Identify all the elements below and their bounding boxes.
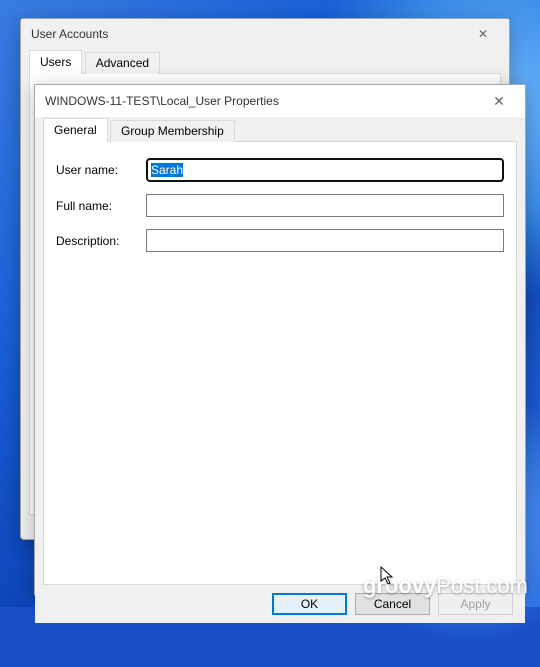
tab-users[interactable]: Users — [29, 50, 82, 74]
ok-button[interactable]: OK — [272, 593, 347, 615]
tab-advanced[interactable]: Advanced — [85, 52, 160, 74]
watermark: groovyPost.com — [363, 573, 528, 599]
username-input[interactable] — [146, 158, 504, 182]
general-panel: User name: Full name: Description: — [43, 142, 517, 585]
tab-strip: Users Advanced — [29, 49, 501, 74]
fullname-input[interactable] — [146, 194, 504, 217]
close-icon[interactable]: ✕ — [483, 86, 515, 116]
window-titlebar: User Accounts ✕ — [21, 19, 509, 49]
window-title: User Accounts — [31, 19, 108, 49]
description-label: Description: — [56, 234, 146, 248]
tab-group-membership[interactable]: Group Membership — [110, 120, 235, 142]
tab-general[interactable]: General — [43, 118, 108, 142]
dialog-titlebar: WINDOWS-11-TEST\Local_User Properties ✕ — [35, 85, 525, 117]
tab-strip: General Group Membership — [43, 117, 517, 142]
description-input[interactable] — [146, 229, 504, 252]
dialog-title: WINDOWS-11-TEST\Local_User Properties — [45, 86, 279, 116]
close-icon[interactable]: ✕ — [467, 19, 499, 49]
fullname-label: Full name: — [56, 199, 146, 213]
user-properties-dialog: WINDOWS-11-TEST\Local_User Properties ✕ … — [34, 84, 526, 596]
username-label: User name: — [56, 163, 146, 177]
